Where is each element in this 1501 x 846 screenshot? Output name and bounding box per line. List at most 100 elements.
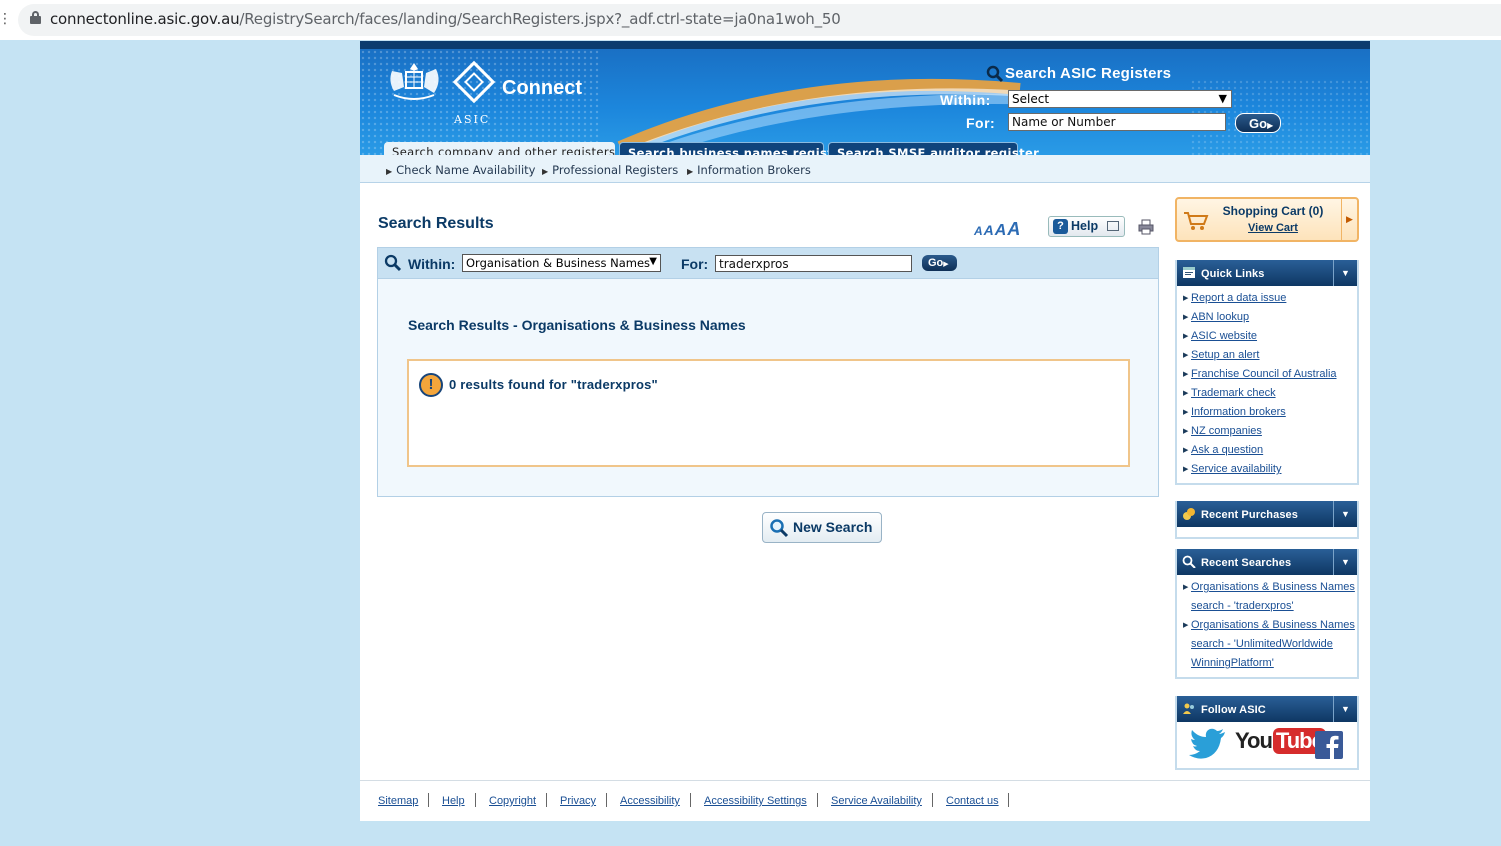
- arrow-right-icon: ▶: [1183, 466, 1189, 473]
- font-size-large[interactable]: A: [995, 222, 1007, 239]
- arrow-right-icon: ▶: [1183, 409, 1189, 416]
- coat-of-arms-icon: [390, 63, 439, 100]
- sub-navigation: ▶ Check Name Availability ▶ Professional R…: [360, 155, 1370, 183]
- url-text[interactable]: connectonline.asic.gov.au/RegistrySearch…: [50, 10, 841, 28]
- arrow-right-icon: ▶: [1183, 352, 1189, 359]
- arrow-right-icon: ▶: [1183, 428, 1189, 435]
- subnav-check-name[interactable]: ▶ Check Name Availability: [386, 163, 535, 177]
- window-icon: [1183, 267, 1195, 278]
- within-label: Within:: [940, 92, 991, 108]
- app-name: Connect: [502, 77, 582, 99]
- font-size-medium[interactable]: A: [984, 222, 994, 238]
- quick-link-abn-lookup[interactable]: ▶ ABN lookup: [1183, 308, 1357, 327]
- tab-company-registers[interactable]: Search company and other registers: [384, 142, 615, 155]
- chevron-down-icon[interactable]: ▼: [1333, 696, 1357, 722]
- search-icon: [1182, 555, 1196, 568]
- quick-link-trademark-check[interactable]: ▶ Trademark check: [1183, 384, 1357, 403]
- shopping-cart-panel[interactable]: Shopping Cart (0) View Cart ▶: [1175, 197, 1359, 242]
- arrow-right-icon: ▶: [1183, 584, 1189, 591]
- twitter-icon[interactable]: [1189, 727, 1227, 761]
- coins-icon: [1183, 508, 1195, 520]
- browser-address-bar: ⋮ connectonline.asic.gov.au/RegistrySear…: [0, 0, 1501, 40]
- footer-link-contact-us[interactable]: Contact us: [946, 795, 999, 807]
- chevron-down-icon[interactable]: ▼: [1333, 501, 1357, 527]
- results-message-box: ! 0 results found for "traderxpros": [407, 359, 1130, 467]
- arrow-right-icon: ▶: [1183, 371, 1189, 378]
- footer-link-accessibility[interactable]: Accessibility: [620, 795, 680, 807]
- lock-icon[interactable]: [30, 11, 41, 24]
- within-select[interactable]: Select ▼: [1008, 90, 1232, 108]
- question-icon: ?: [1053, 219, 1068, 234]
- subnav-information-brokers[interactable]: ▶ Information Brokers: [687, 163, 811, 177]
- warning-icon: !: [419, 373, 443, 397]
- footer-link-sitemap[interactable]: Sitemap: [378, 795, 418, 807]
- quick-links-header[interactable]: Quick Links ▼: [1177, 260, 1357, 286]
- search-icon: [986, 65, 1004, 83]
- facebook-icon[interactable]: [1315, 731, 1343, 759]
- footer-link-privacy[interactable]: Privacy: [560, 795, 596, 807]
- follow-asic-header[interactable]: Follow ASIC ▼: [1177, 696, 1357, 722]
- tab-business-names[interactable]: Search business names register: [619, 142, 847, 155]
- arrow-right-icon: ▶: [386, 167, 393, 176]
- search-icon: [770, 519, 789, 538]
- quick-link-franchise-council[interactable]: ▶ Franchise Council of Australia: [1183, 365, 1357, 384]
- page-title: Search Results: [378, 215, 494, 232]
- search-input[interactable]: Name or Number: [1008, 113, 1226, 131]
- social-links: You Tube: [1177, 722, 1357, 768]
- youtube-icon[interactable]: You Tube: [1235, 728, 1326, 754]
- recent-purchases-header[interactable]: Recent Purchases ▼: [1177, 501, 1357, 527]
- people-icon: [1183, 703, 1194, 714]
- go-button[interactable]: Go▶: [922, 255, 957, 271]
- view-cart-link[interactable]: View Cart: [1217, 222, 1329, 234]
- arrow-right-icon: ▶: [1267, 121, 1274, 130]
- chevron-down-icon: ▼: [1218, 92, 1227, 105]
- page-container: ASIC Connect Search ASIC Registers Withi…: [360, 41, 1370, 821]
- recent-purchases-panel: Recent Purchases ▼: [1175, 501, 1359, 539]
- new-search-button[interactable]: New Search: [762, 512, 882, 543]
- arrow-right-icon: ▶: [1183, 622, 1189, 629]
- print-icon[interactable]: [1138, 219, 1154, 235]
- quick-link-nz-companies[interactable]: ▶ NZ companies: [1183, 422, 1357, 441]
- follow-asic-panel: Follow ASIC ▼ You Tube: [1175, 696, 1359, 770]
- arrow-right-icon: ▶: [1183, 295, 1189, 302]
- subnav-professional-registers[interactable]: ▶ Professional Registers: [542, 163, 678, 177]
- arrow-right-icon: ▶: [943, 261, 949, 268]
- quick-link-report-data-issue[interactable]: ▶ Report a data issue: [1183, 289, 1357, 308]
- quick-links-panel: Quick Links ▼ ▶ Report a data issue ▶ ABN …: [1175, 260, 1359, 485]
- arrow-right-icon: ▶: [1183, 447, 1189, 454]
- reload-icon[interactable]: ⋮: [0, 10, 12, 27]
- recent-search-item[interactable]: ▶ Organisations & Business Names search - …: [1183, 616, 1357, 673]
- recent-searches-list: ▶ Organisations & Business Names search - …: [1177, 575, 1357, 677]
- quick-link-asic-website[interactable]: ▶ ASIC website: [1183, 327, 1357, 346]
- go-button[interactable]: Go▶: [1235, 113, 1281, 133]
- chevron-down-icon[interactable]: ▼: [1333, 260, 1357, 286]
- font-size-xlarge[interactable]: A: [1007, 219, 1020, 239]
- recent-searches-panel: Recent Searches ▼ ▶ Organisations & Busin…: [1175, 549, 1359, 679]
- search-input[interactable]: traderxpros: [715, 255, 912, 272]
- quick-link-information-brokers[interactable]: ▶ Information brokers: [1183, 403, 1357, 422]
- within-select[interactable]: Organisation & Business Names ▼: [462, 254, 661, 272]
- external-link-icon: [1107, 221, 1119, 231]
- arrow-right-icon: ▶: [1183, 390, 1189, 397]
- for-label: For:: [966, 115, 996, 131]
- results-search-bar: Within: Organisation & Business Names ▼ F…: [377, 247, 1159, 279]
- tab-smsf-auditor[interactable]: Search SMSF auditor register: [828, 142, 1039, 155]
- quick-link-service-availability[interactable]: ▶ Service availability: [1183, 460, 1357, 479]
- footer-link-copyright[interactable]: Copyright: [489, 795, 536, 807]
- header-banner: ASIC Connect Search ASIC Registers Withi…: [360, 49, 1370, 155]
- quick-link-ask-question[interactable]: ▶ Ask a question: [1183, 441, 1357, 460]
- arrow-right-icon[interactable]: ▶: [1341, 199, 1357, 240]
- recent-search-item[interactable]: ▶ Organisations & Business Names search - …: [1183, 578, 1357, 616]
- footer-link-accessibility-settings[interactable]: Accessibility Settings: [704, 795, 807, 807]
- chevron-down-icon[interactable]: ▼: [1333, 549, 1357, 575]
- quick-link-setup-alert[interactable]: ▶ Setup an alert: [1183, 346, 1357, 365]
- shopping-cart-icon: [1184, 212, 1209, 230]
- font-size-small[interactable]: A: [974, 224, 983, 238]
- help-button[interactable]: ? Help: [1048, 216, 1125, 237]
- recent-searches-header[interactable]: Recent Searches ▼: [1177, 549, 1357, 575]
- arrow-right-icon: ▶: [687, 167, 694, 176]
- footer-link-service-availability[interactable]: Service Availability: [831, 795, 922, 807]
- asic-logo-text: ASIC: [454, 113, 491, 126]
- footer-link-help[interactable]: Help: [442, 795, 465, 807]
- font-size-controls: AAAA: [974, 219, 1021, 240]
